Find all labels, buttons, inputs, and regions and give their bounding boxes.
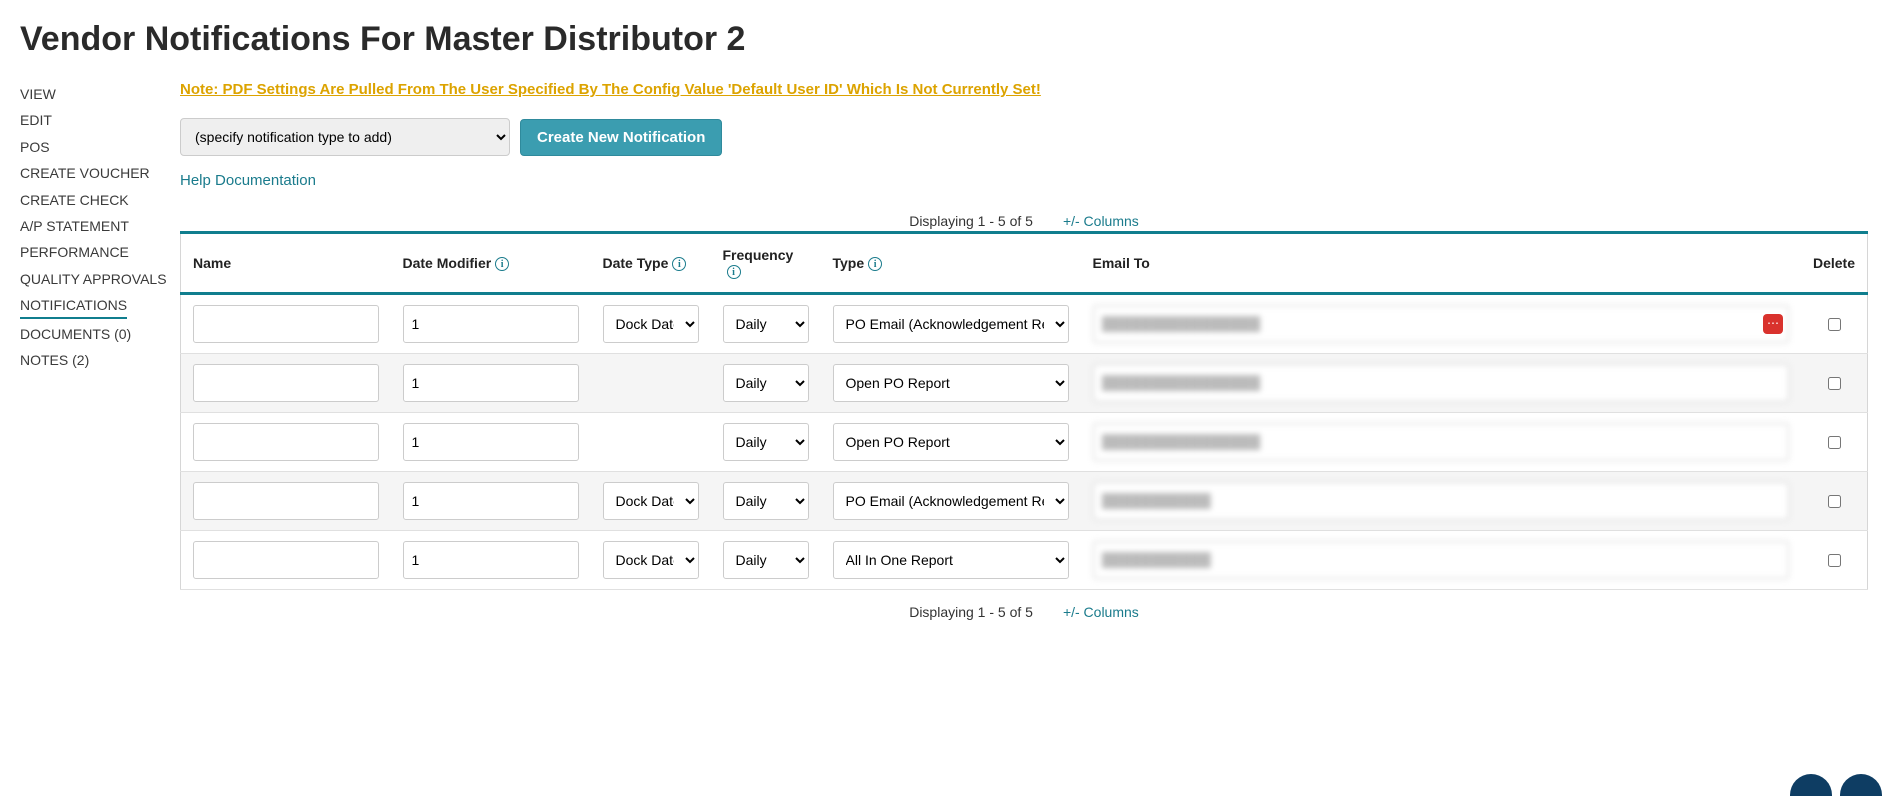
email-to-input[interactable] — [1093, 423, 1789, 461]
frequency-select[interactable]: Daily — [723, 364, 809, 402]
col-email-to: Email To — [1081, 233, 1801, 294]
footer-circle-button[interactable] — [1840, 774, 1882, 796]
table-row: Daily PO Email (Acknowledgement Request)O… — [181, 413, 1868, 472]
help-documentation-link[interactable]: Help Documentation — [180, 172, 316, 189]
col-delete: Delete — [1801, 233, 1868, 294]
name-input[interactable] — [193, 482, 379, 520]
delete-checkbox[interactable] — [1828, 495, 1841, 508]
sidebar-item-edit[interactable]: EDIT — [20, 107, 170, 133]
displaying-text-top: Displaying 1 - 5 of 5 — [909, 213, 1033, 229]
email-to-input[interactable] — [1093, 364, 1789, 402]
col-date-type: Date Typei — [591, 233, 711, 294]
date-modifier-input[interactable] — [403, 305, 579, 343]
columns-toggle-link-bottom[interactable]: +/- Columns — [1063, 604, 1139, 620]
date-modifier-input[interactable] — [403, 482, 579, 520]
type-select[interactable]: PO Email (Acknowledgement Request)Open P… — [833, 423, 1069, 461]
info-icon[interactable]: i — [672, 257, 686, 271]
notification-type-select[interactable]: (specify notification type to add) — [180, 118, 510, 156]
email-to-input[interactable] — [1093, 305, 1789, 343]
table-body: Dock Date Daily PO Email (Acknowledgement … — [181, 294, 1868, 590]
footer-circle-button[interactable] — [1790, 774, 1832, 796]
sidebar-item-quality-approvals[interactable]: QUALITY APPROVALS — [20, 266, 170, 292]
sidebar-item-notifications[interactable]: NOTIFICATIONS — [20, 292, 127, 318]
col-frequency: Frequency i — [711, 233, 821, 294]
type-select[interactable]: PO Email (Acknowledgement Request)Open P… — [833, 482, 1069, 520]
col-name: Name — [181, 233, 391, 294]
sidebar-list: VIEWEDITPOSCREATE VOUCHERCREATE CHECKA/P… — [20, 81, 170, 373]
footer-action-buttons — [1790, 774, 1882, 796]
sidebar-item-create-check[interactable]: CREATE CHECK — [20, 187, 170, 213]
displaying-text-bottom: Displaying 1 - 5 of 5 — [909, 604, 1033, 620]
delete-checkbox[interactable] — [1828, 554, 1841, 567]
table-row: Daily PO Email (Acknowledgement Request)O… — [181, 354, 1868, 413]
add-notification-controls: (specify notification type to add) Creat… — [180, 118, 1868, 156]
config-warning[interactable]: Note: PDF Settings Are Pulled From The U… — [180, 81, 1868, 98]
col-frequency-label: Frequency — [723, 247, 794, 263]
info-icon[interactable]: i — [495, 257, 509, 271]
frequency-select[interactable]: Daily — [723, 482, 809, 520]
date-modifier-input[interactable] — [403, 364, 579, 402]
sidebar-item-pos[interactable]: POS — [20, 134, 170, 160]
page-title: Vendor Notifications For Master Distribu… — [20, 20, 1868, 59]
name-input[interactable] — [193, 423, 379, 461]
type-select[interactable]: PO Email (Acknowledgement Request)Open P… — [833, 364, 1069, 402]
sidebar: VIEWEDITPOSCREATE VOUCHERCREATE CHECKA/P… — [20, 81, 180, 373]
frequency-select[interactable]: Daily — [723, 423, 809, 461]
sidebar-item-view[interactable]: VIEW — [20, 81, 170, 107]
notifications-table: Name Date Modifieri Date Typei Frequency… — [180, 231, 1868, 590]
sidebar-item-notes-2-[interactable]: NOTES (2) — [20, 347, 170, 373]
delete-checkbox[interactable] — [1828, 436, 1841, 449]
sidebar-item-documents-0-[interactable]: DOCUMENTS (0) — [20, 321, 170, 347]
frequency-select[interactable]: Daily — [723, 305, 809, 343]
col-date-type-label: Date Type — [603, 255, 669, 271]
name-input[interactable] — [193, 364, 379, 402]
table-top-bar: Displaying 1 - 5 of 5 +/- Columns — [180, 213, 1868, 229]
date-modifier-input[interactable] — [403, 423, 579, 461]
col-delete-label: Delete — [1813, 255, 1855, 271]
date-type-select[interactable]: Dock Date — [603, 305, 699, 343]
col-type: Typei — [821, 233, 1081, 294]
sidebar-item-create-voucher[interactable]: CREATE VOUCHER — [20, 160, 170, 186]
email-more-icon[interactable]: ⋯ — [1763, 314, 1783, 334]
date-modifier-input[interactable] — [403, 541, 579, 579]
create-notification-button[interactable]: Create New Notification — [520, 119, 722, 156]
email-to-input[interactable] — [1093, 541, 1789, 579]
main-content: Note: PDF Settings Are Pulled From The U… — [180, 81, 1868, 622]
table-row: Dock Date Daily PO Email (Acknowledgement … — [181, 531, 1868, 590]
sidebar-item-performance[interactable]: PERFORMANCE — [20, 239, 170, 265]
date-type-select[interactable]: Dock Date — [603, 482, 699, 520]
name-input[interactable] — [193, 305, 379, 343]
type-select[interactable]: PO Email (Acknowledgement Request)Open P… — [833, 541, 1069, 579]
col-type-label: Type — [833, 255, 865, 271]
info-icon[interactable]: i — [868, 257, 882, 271]
col-date-modifier: Date Modifieri — [391, 233, 591, 294]
email-to-input[interactable] — [1093, 482, 1789, 520]
table-bottom-bar: Displaying 1 - 5 of 5 +/- Columns — [180, 604, 1868, 620]
delete-checkbox[interactable] — [1828, 377, 1841, 390]
delete-checkbox[interactable] — [1828, 318, 1841, 331]
info-icon[interactable]: i — [727, 265, 741, 279]
type-select[interactable]: PO Email (Acknowledgement Request)Open P… — [833, 305, 1069, 343]
name-input[interactable] — [193, 541, 379, 579]
table-row: Dock Date Daily PO Email (Acknowledgement … — [181, 472, 1868, 531]
date-type-select[interactable]: Dock Date — [603, 541, 699, 579]
frequency-select[interactable]: Daily — [723, 541, 809, 579]
table-row: Dock Date Daily PO Email (Acknowledgement … — [181, 294, 1868, 354]
table-header-row: Name Date Modifieri Date Typei Frequency… — [181, 233, 1868, 294]
sidebar-item-a-p-statement[interactable]: A/P STATEMENT — [20, 213, 170, 239]
columns-toggle-link-top[interactable]: +/- Columns — [1063, 213, 1139, 229]
col-email-to-label: Email To — [1093, 255, 1150, 271]
col-date-modifier-label: Date Modifier — [403, 255, 492, 271]
col-name-label: Name — [193, 255, 231, 271]
